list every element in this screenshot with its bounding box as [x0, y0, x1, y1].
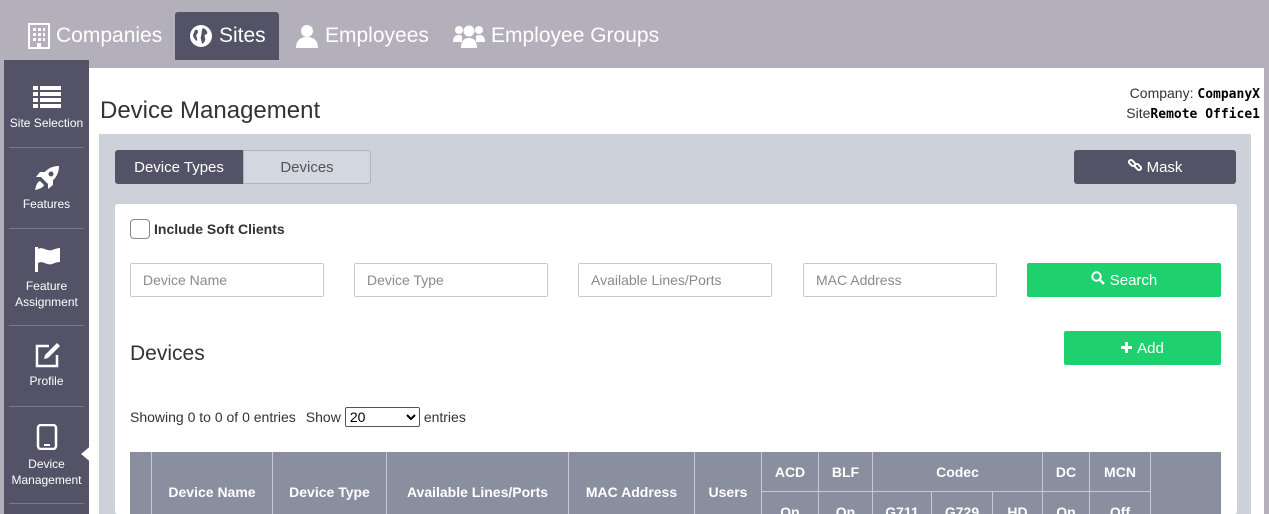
sidebar: Site Selection Features Feature Assignme… — [4, 60, 93, 514]
sidebar-item-label: Features — [22, 197, 71, 211]
sidebar-divider — [9, 503, 84, 504]
flag-icon — [33, 244, 61, 274]
device-panel: Device Types Devices Mask Include Soft C… — [99, 134, 1251, 514]
main-content: Device Management Company: CompanyX Site… — [89, 68, 1264, 514]
available-lines-input[interactable] — [578, 263, 772, 297]
device-name-input[interactable] — [130, 263, 324, 297]
devices-card: Include Soft Clients Search Devices Add — [115, 204, 1237, 514]
column-header-mcn[interactable]: MCN — [1090, 452, 1150, 491]
sidebar-item-label: Device Management — [11, 457, 82, 487]
mask-button[interactable]: Mask — [1074, 150, 1236, 184]
tab-employee-groups[interactable]: Employee Groups — [445, 12, 665, 60]
device-type-input[interactable] — [354, 263, 548, 297]
add-button-label: Add — [1137, 339, 1164, 357]
user-icon — [295, 24, 319, 48]
subheader-dc-on[interactable]: On — [1043, 502, 1089, 514]
search-icon — [1091, 271, 1105, 289]
sidebar-item-label: Feature Assignment — [15, 279, 78, 309]
tab-sites-label: Sites — [219, 24, 266, 47]
page-title: Device Management — [100, 97, 321, 124]
column-header-acd[interactable]: ACD — [762, 452, 818, 491]
column-header-blf[interactable]: BLF — [819, 452, 872, 491]
tablet-icon — [36, 422, 58, 452]
sidebar-item-label: Profile — [29, 374, 64, 388]
sidebar-divider — [9, 406, 84, 407]
users-icon — [453, 24, 485, 48]
column-divider — [1150, 452, 1151, 514]
sidebar-divider — [9, 325, 84, 326]
search-button[interactable]: Search — [1027, 263, 1221, 297]
include-soft-clients-checkbox[interactable] — [130, 219, 150, 239]
devices-heading: Devices — [130, 342, 205, 365]
column-header-dc[interactable]: DC — [1043, 452, 1089, 491]
column-header-device-name[interactable]: Device Name — [152, 472, 272, 512]
subheader-acd-on[interactable]: On — [762, 502, 818, 514]
link-icon — [1127, 158, 1142, 176]
company-site-info: Company: CompanyX SiteRemote Office1 — [1126, 84, 1260, 124]
site-value: Remote Office1 — [1150, 107, 1260, 122]
list-icon — [32, 82, 61, 112]
sidebar-item-feature-assignment[interactable]: Feature Assignment — [9, 244, 84, 310]
subheader-mcn-off[interactable]: Off — [1090, 502, 1150, 514]
tab-device-types[interactable]: Device Types — [115, 150, 243, 184]
search-button-label: Search — [1109, 271, 1158, 289]
page-size-select[interactable]: 20 — [344, 407, 420, 427]
site-line: SiteRemote Office1 — [1126, 104, 1260, 124]
add-device-button[interactable]: Add — [1064, 331, 1221, 365]
rocket-icon — [33, 163, 61, 193]
sidebar-divider — [9, 228, 84, 229]
column-header-mac-address[interactable]: MAC Address — [569, 472, 694, 512]
row-divider — [761, 491, 1150, 492]
sidebar-item-device-management[interactable]: Device Management — [9, 422, 84, 488]
tab-employee-groups-label: Employee Groups — [491, 24, 660, 47]
site-label: Site — [1126, 105, 1151, 121]
subheader-g711[interactable]: G711 — [873, 502, 931, 514]
edit-icon — [33, 340, 61, 370]
column-header-users[interactable]: Users — [695, 472, 761, 512]
company-line: Company: CompanyX — [1126, 84, 1260, 104]
tab-companies-label: Companies — [56, 24, 163, 47]
column-header-available-lines[interactable]: Available Lines/Ports — [387, 472, 568, 512]
company-label: Company: — [1129, 85, 1194, 101]
subheader-hd[interactable]: HD — [993, 502, 1042, 514]
entries-label: entries — [423, 409, 466, 425]
building-icon — [28, 23, 50, 49]
mac-address-input[interactable] — [803, 263, 997, 297]
column-header-device-type[interactable]: Device Type — [273, 472, 386, 512]
mask-button-label: Mask — [1146, 158, 1183, 176]
include-soft-clients: Include Soft Clients — [130, 219, 285, 239]
showing-text: Showing 0 to 0 of 0 entries — [130, 409, 296, 425]
company-value: CompanyX — [1197, 87, 1260, 102]
subheader-blf-on[interactable]: On — [819, 502, 872, 514]
include-soft-clients-label: Include Soft Clients — [154, 221, 285, 237]
subheader-g729[interactable]: G729 — [932, 502, 992, 514]
show-label: Show — [305, 409, 341, 425]
sidebar-item-label: Site Selection — [9, 116, 84, 130]
sidebar-item-profile[interactable]: Profile — [9, 340, 84, 388]
tab-employees[interactable]: Employees — [287, 12, 437, 60]
entries-info: Showing 0 to 0 of 0 entries Show 20 entr… — [130, 407, 466, 427]
plus-icon — [1121, 340, 1133, 357]
column-header-codec[interactable]: Codec — [873, 452, 1042, 491]
tab-employees-label: Employees — [325, 24, 429, 47]
devices-table-header: Device Name Device Type Available Lines/… — [130, 452, 1221, 514]
sidebar-item-site-selection[interactable]: Site Selection — [9, 82, 84, 130]
tab-devices[interactable]: Devices — [243, 150, 371, 184]
tab-sites[interactable]: Sites — [175, 12, 279, 60]
globe-icon — [189, 24, 213, 48]
sidebar-divider — [9, 147, 84, 148]
tab-companies[interactable]: Companies — [17, 12, 167, 60]
sidebar-item-features[interactable]: Features — [9, 163, 84, 211]
top-navigation: Companies Sites Employees Employee Group… — [0, 0, 1269, 60]
